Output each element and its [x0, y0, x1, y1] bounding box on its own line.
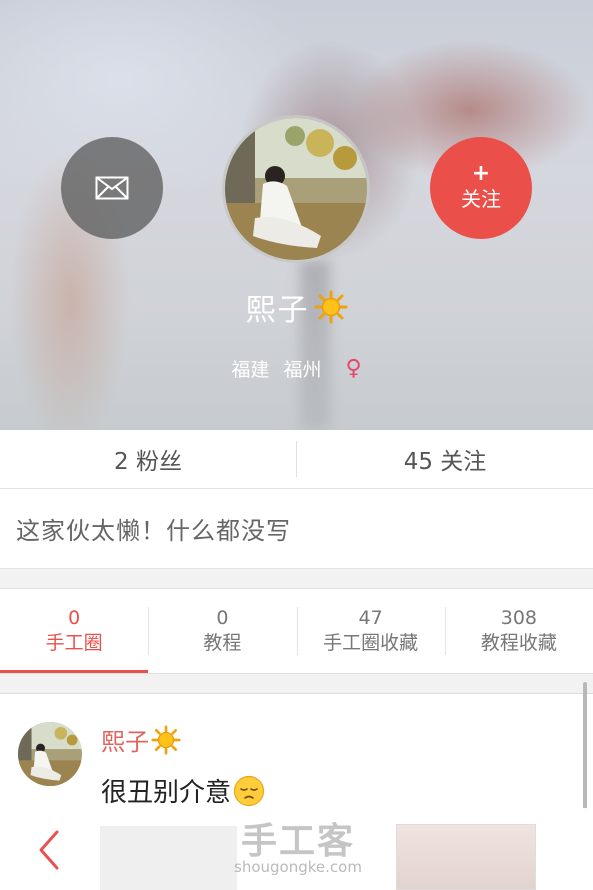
- location-province: 福建: [231, 358, 270, 381]
- profile-name: 熙子: [0, 285, 593, 329]
- tab-count: 308: [500, 607, 537, 629]
- watermark-logo: 手工客: [240, 821, 355, 862]
- tab-label: 教程收藏: [480, 632, 557, 654]
- mail-icon: [95, 176, 129, 200]
- tab-count: 0: [216, 607, 229, 629]
- tab-handcraft-favorites[interactable]: 47 手工圈收藏: [296, 589, 445, 673]
- avatar-image: [18, 722, 82, 786]
- tab-label: 手工圈收藏: [323, 632, 419, 654]
- tab-count: 0: [68, 607, 81, 629]
- post-text: 很丑别介意: [101, 772, 265, 809]
- post-author-name[interactable]: 熙子: [101, 722, 181, 757]
- follow-button[interactable]: + 关注: [430, 137, 532, 239]
- follow-stats: 2 粉丝 45 关注: [0, 430, 593, 489]
- tab-handcraft-circle[interactable]: 0 手工圈: [0, 589, 149, 673]
- post-author-avatar[interactable]: [18, 722, 82, 786]
- post-thumbnail[interactable]: [396, 824, 536, 890]
- profile-header-background: + 关注 熙子 福建 福州 ♀: [0, 0, 593, 430]
- message-button[interactable]: [61, 137, 163, 239]
- profile-location: 福建 福州 ♀: [0, 352, 593, 384]
- tab-label: 教程: [203, 632, 242, 654]
- tab-tutorials[interactable]: 0 教程: [148, 589, 296, 673]
- post-text-content: 很丑别介意: [101, 778, 232, 808]
- sun-emoji-icon: [151, 724, 181, 755]
- post-thumbnail[interactable]: [100, 826, 237, 890]
- profile-avatar[interactable]: [222, 115, 370, 263]
- tab-label: 手工圈: [45, 632, 103, 654]
- back-button[interactable]: [26, 824, 72, 876]
- chevron-left-icon: [39, 830, 59, 870]
- pensive-emoji-icon: [233, 775, 265, 806]
- tab-tutorial-favorites[interactable]: 308 教程收藏: [444, 589, 593, 673]
- sun-emoji-icon: [314, 290, 347, 324]
- profile-name-text: 熙子: [245, 293, 310, 328]
- tab-count: 47: [358, 607, 383, 629]
- feed-scrollbar[interactable]: [583, 682, 587, 812]
- gender-female-icon: ♀: [345, 355, 362, 381]
- post-author-text: 熙子: [101, 728, 149, 756]
- profile-tabs: 0 手工圈 0 教程 47 手工圈收藏 308 教程收藏: [0, 588, 593, 674]
- location-city: 福州: [283, 358, 322, 381]
- watermark-url: shougongke.com: [234, 858, 362, 876]
- following-count[interactable]: 45 关注: [297, 442, 593, 476]
- plus-icon: +: [471, 161, 491, 186]
- avatar-image: [225, 118, 367, 260]
- profile-bio: 这家伙太懒！什么都没写: [0, 489, 593, 569]
- profile-page: + 关注 熙子 福建 福州 ♀ 2 粉丝 45 关注 这家伙太懒！什么都没写 0…: [0, 0, 593, 890]
- follow-label: 关注: [461, 187, 501, 211]
- fans-count[interactable]: 2 粉丝: [0, 442, 296, 476]
